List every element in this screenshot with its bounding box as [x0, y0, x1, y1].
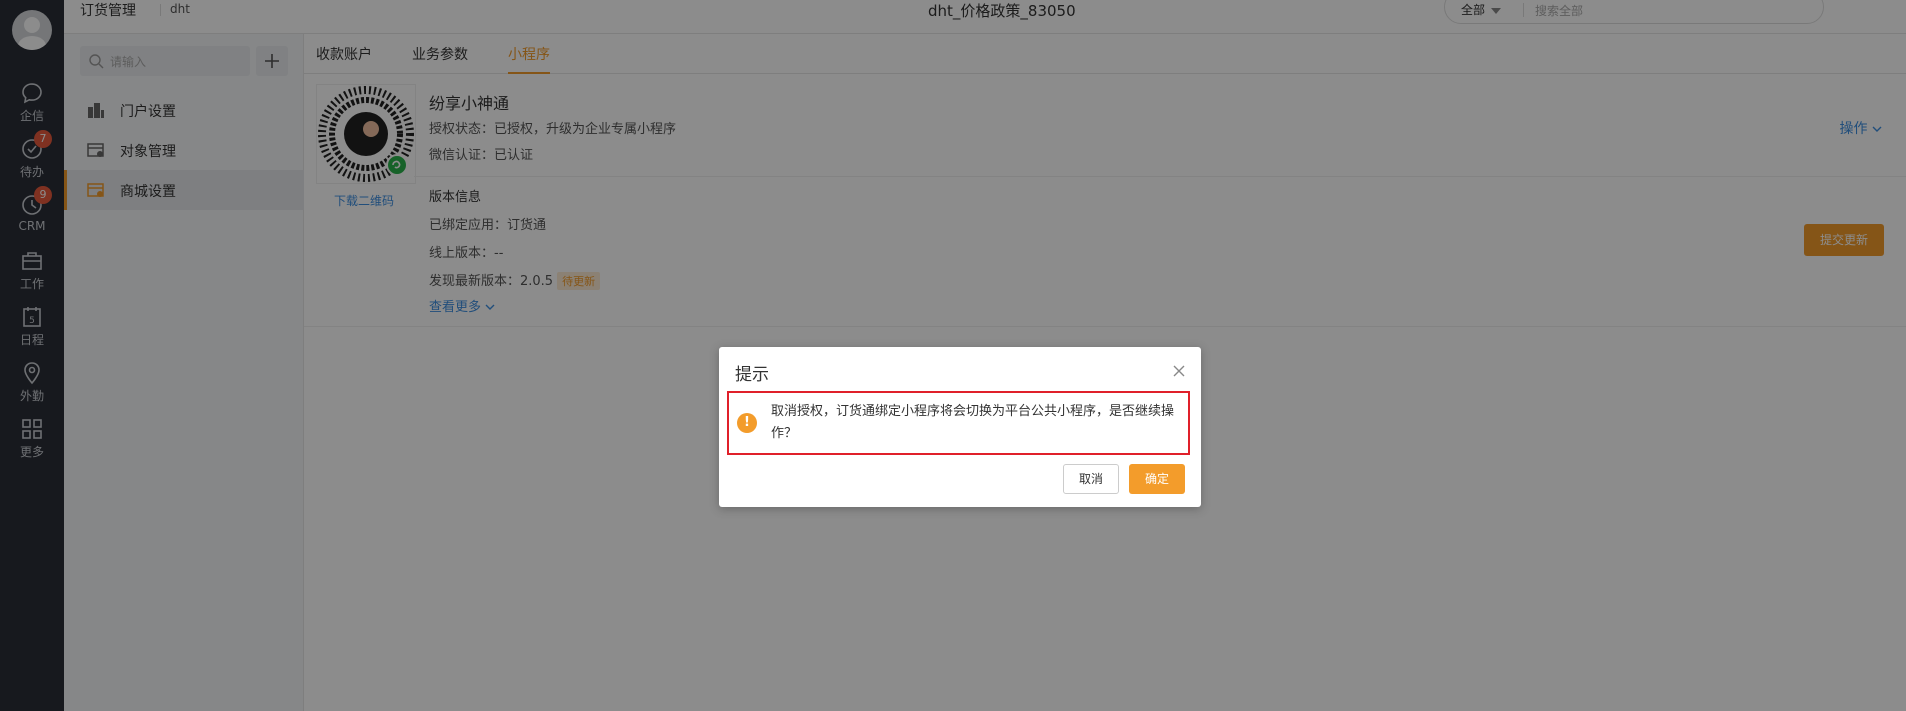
dialog-message-box: ! 取消授权，订货通绑定小程序将会切换为平台公共小程序，是否继续操作？	[727, 391, 1190, 455]
confirm-button[interactable]: 确定	[1129, 464, 1185, 494]
cancel-button[interactable]: 取消	[1063, 464, 1119, 494]
dialog-message: 取消授权，订货通绑定小程序将会切换为平台公共小程序，是否继续操作？	[771, 404, 1175, 441]
close-icon[interactable]	[1173, 365, 1185, 377]
confirm-dialog: 提示 ! 取消授权，订货通绑定小程序将会切换为平台公共小程序，是否继续操作？ 取…	[719, 347, 1201, 507]
warning-icon: !	[737, 413, 757, 433]
dialog-title: 提示	[735, 365, 769, 385]
